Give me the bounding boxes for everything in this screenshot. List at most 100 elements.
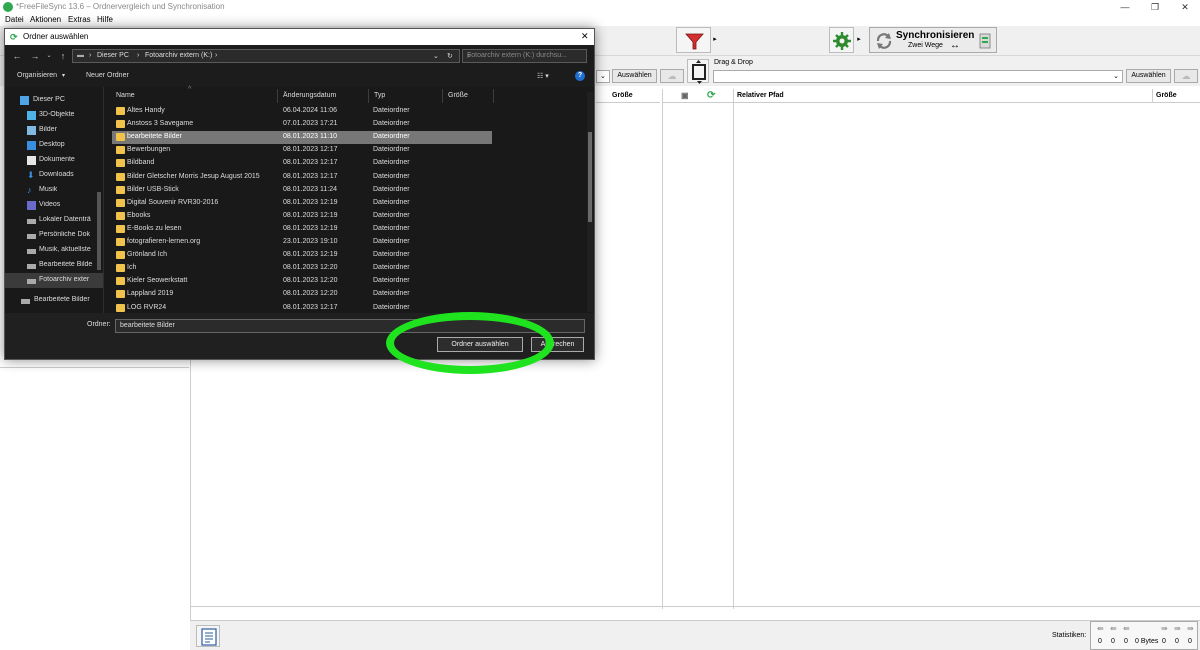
file-date: 08.01.2023 12:19 — [283, 251, 338, 259]
file-date: 08.01.2023 12:19 — [283, 211, 338, 219]
nav-item-local-drive[interactable]: Lokaler Datenträ — [5, 213, 103, 228]
swap-icon — [692, 60, 706, 84]
file-row[interactable]: Grönland Ich 08.01.2023 12:19 Dateiordner — [112, 249, 492, 262]
file-row[interactable]: Ebooks 08.01.2023 12:19 Dateiordner — [112, 210, 492, 223]
file-row-selected[interactable]: bearbeitete Bilder 08.01.2023 11:10 Dateio… — [112, 131, 492, 145]
file-row[interactable]: Kieler Seowerkstatt 08.01.2023 12:20 Datei… — [112, 275, 492, 288]
sync-action-column-icon[interactable]: ⟳ — [707, 90, 715, 101]
file-row[interactable]: Ich 08.01.2023 12:20 Dateiordner — [112, 262, 492, 275]
recent-locations-chevron-icon[interactable]: ⌄ — [43, 50, 55, 62]
file-type: Dateiordner — [373, 303, 410, 311]
filter-dropdown-arrow[interactable]: ▸ — [711, 27, 719, 53]
file-type: Dateiordner — [373, 277, 410, 285]
file-date: 08.01.2023 12:19 — [283, 198, 338, 206]
file-row[interactable]: Anstoss 3 Savegame 07.01.2023 17:21 Dateio… — [112, 118, 492, 131]
navigation-scrollbar[interactable] — [97, 192, 101, 270]
refresh-icon[interactable]: ↻ — [447, 52, 453, 60]
chevron-down-icon[interactable]: ⌄ — [1113, 72, 1119, 80]
view-options-icon[interactable]: ☷ ▾ — [537, 72, 549, 80]
organize-button[interactable]: Organisieren — [17, 72, 57, 79]
log-panel-button[interactable] — [196, 625, 220, 647]
scrollbar-thumb[interactable] — [588, 132, 592, 222]
breadcrumb-this-pc[interactable]: Dieser PC — [97, 52, 129, 59]
file-row[interactable]: Bildband 08.01.2023 12:17 Dateiordner — [112, 157, 492, 170]
cube-icon — [27, 111, 36, 120]
stat-count: 0 — [1175, 638, 1179, 645]
address-bar[interactable]: ▬ › Dieser PC › Fotoarchiv extern (K:) ›… — [72, 49, 460, 63]
file-name: Bewerbungen — [127, 146, 171, 154]
maximize-button[interactable]: ❐ — [1142, 0, 1168, 14]
delete-left-icon: ⇚ — [1123, 624, 1130, 633]
nav-item-3d-objects[interactable]: 3D-Objekte — [5, 108, 103, 123]
nav-item-drive[interactable]: Persönliche Dok — [5, 228, 103, 243]
menu-aktionen[interactable]: Aktionen — [30, 15, 61, 24]
file-row[interactable]: Digital Souvenir RVR30-2016 08.01.2023 12… — [112, 197, 492, 210]
column-header-type[interactable]: Typ — [370, 89, 443, 103]
nav-item-documents[interactable]: Dokumente — [5, 153, 103, 168]
folder-icon — [116, 107, 125, 115]
right-folder-input[interactable]: ⌄ — [713, 70, 1123, 83]
settings-dropdown-arrow[interactable]: ▸ — [855, 27, 863, 53]
file-list-scrollbar[interactable] — [587, 92, 593, 312]
file-row[interactable]: Bewerbungen 08.01.2023 12:17 Dateiordner — [112, 144, 492, 157]
synchronize-label: Synchronisieren — [896, 30, 975, 41]
left-cloud-button[interactable]: ☁ — [660, 69, 684, 83]
nav-item-desktop[interactable]: Desktop — [5, 138, 103, 153]
synchronize-button[interactable]: Synchronisieren Zwei Wege ↔ — [869, 27, 997, 53]
breadcrumb-drive[interactable]: Fotoarchiv extern (K:) — [145, 52, 212, 59]
back-arrow-icon[interactable]: ← — [11, 50, 23, 62]
help-icon[interactable]: ? — [575, 71, 585, 81]
new-folder-button[interactable]: Neuer Ordner — [86, 72, 129, 79]
settings-button[interactable] — [829, 27, 854, 53]
file-name: Ich — [127, 264, 137, 272]
file-name: Digital Souvenir RVR30-2016 — [127, 198, 219, 206]
column-header-name[interactable]: Name ^ — [112, 86, 278, 103]
column-header-size[interactable]: Größe — [444, 89, 494, 103]
checkbox-column-icon[interactable]: ▣ — [681, 91, 689, 100]
address-dropdown-icon[interactable]: ⌄ — [433, 52, 439, 60]
file-row[interactable]: E-Books zu lesen 08.01.2023 12:19 Dateiord… — [112, 223, 492, 236]
menu-hilfe[interactable]: Hilfe — [97, 15, 113, 24]
minimize-button[interactable]: — — [1112, 0, 1138, 14]
nav-item-drive[interactable]: Bearbeitete Bilde — [5, 258, 103, 273]
right-browse-button[interactable]: Auswählen — [1126, 69, 1171, 83]
nav-item-downloads[interactable]: ⬇ Downloads — [5, 168, 103, 183]
nav-item-drive-selected[interactable]: Fotoarchiv exter — [5, 273, 103, 288]
menu-extras[interactable]: Extras — [68, 15, 91, 24]
create-right-icon: ⇛ — [1161, 624, 1168, 633]
header-divider — [1152, 89, 1153, 103]
left-folder-dropdown[interactable]: ⌄ — [596, 70, 610, 83]
file-date: 08.01.2023 12:20 — [283, 290, 338, 298]
file-row[interactable]: Bilder USB-Stick 08.01.2023 11:24 Dateiord… — [112, 184, 492, 197]
nav-item-music[interactable]: ♪ Musik — [5, 183, 103, 198]
file-type: Dateiordner — [373, 146, 410, 154]
nav-item-pictures[interactable]: Bilder — [5, 123, 103, 138]
file-row[interactable]: Bilder Gletscher Morris Jesup August 201… — [112, 171, 492, 184]
file-name: fotografieren-lernen.org — [127, 238, 201, 245]
nav-item-this-pc[interactable]: Dieser PC — [5, 93, 103, 108]
drive-icon — [21, 299, 30, 304]
right-size-header[interactable]: Größe — [1156, 92, 1177, 99]
nav-item-drive[interactable]: Musik, aktuellste — [5, 243, 103, 258]
swap-sides-button[interactable] — [687, 59, 709, 84]
cloud-icon: ☁ — [1181, 71, 1191, 81]
right-cloud-button[interactable]: ☁ — [1174, 69, 1198, 83]
nav-item-videos[interactable]: Videos — [5, 198, 103, 213]
computer-icon — [20, 96, 29, 105]
close-button[interactable]: ✕ — [1172, 0, 1198, 14]
filter-button[interactable] — [676, 27, 711, 53]
up-arrow-icon[interactable]: ↑ — [57, 50, 69, 62]
forward-arrow-icon[interactable]: → — [29, 50, 41, 62]
nav-item-drive[interactable]: Bearbeitete Bilder — [5, 293, 103, 308]
column-header-date[interactable]: Änderungsdatum — [279, 89, 369, 103]
left-browse-button[interactable]: Auswählen — [612, 69, 657, 83]
dialog-close-button[interactable]: ✕ — [581, 31, 589, 42]
left-size-header[interactable]: Größe — [612, 92, 633, 99]
file-row[interactable]: fotografieren-lernen.org 23.01.2023 19:10… — [112, 236, 492, 249]
file-row[interactable]: Lappland 2019 08.01.2023 12:20 Dateiordner — [112, 288, 492, 301]
search-input[interactable]: Fotoarchiv extern (K:) durchsu... ⌕ — [462, 49, 587, 63]
menu-datei[interactable]: Datei — [5, 15, 24, 24]
file-row[interactable]: Altes Handy 06.04.2024 11:06 Dateiordner — [112, 105, 492, 118]
organize-dropdown-icon[interactable]: ▾ — [62, 72, 65, 79]
relative-path-header[interactable]: Relativer Pfad — [737, 92, 784, 99]
